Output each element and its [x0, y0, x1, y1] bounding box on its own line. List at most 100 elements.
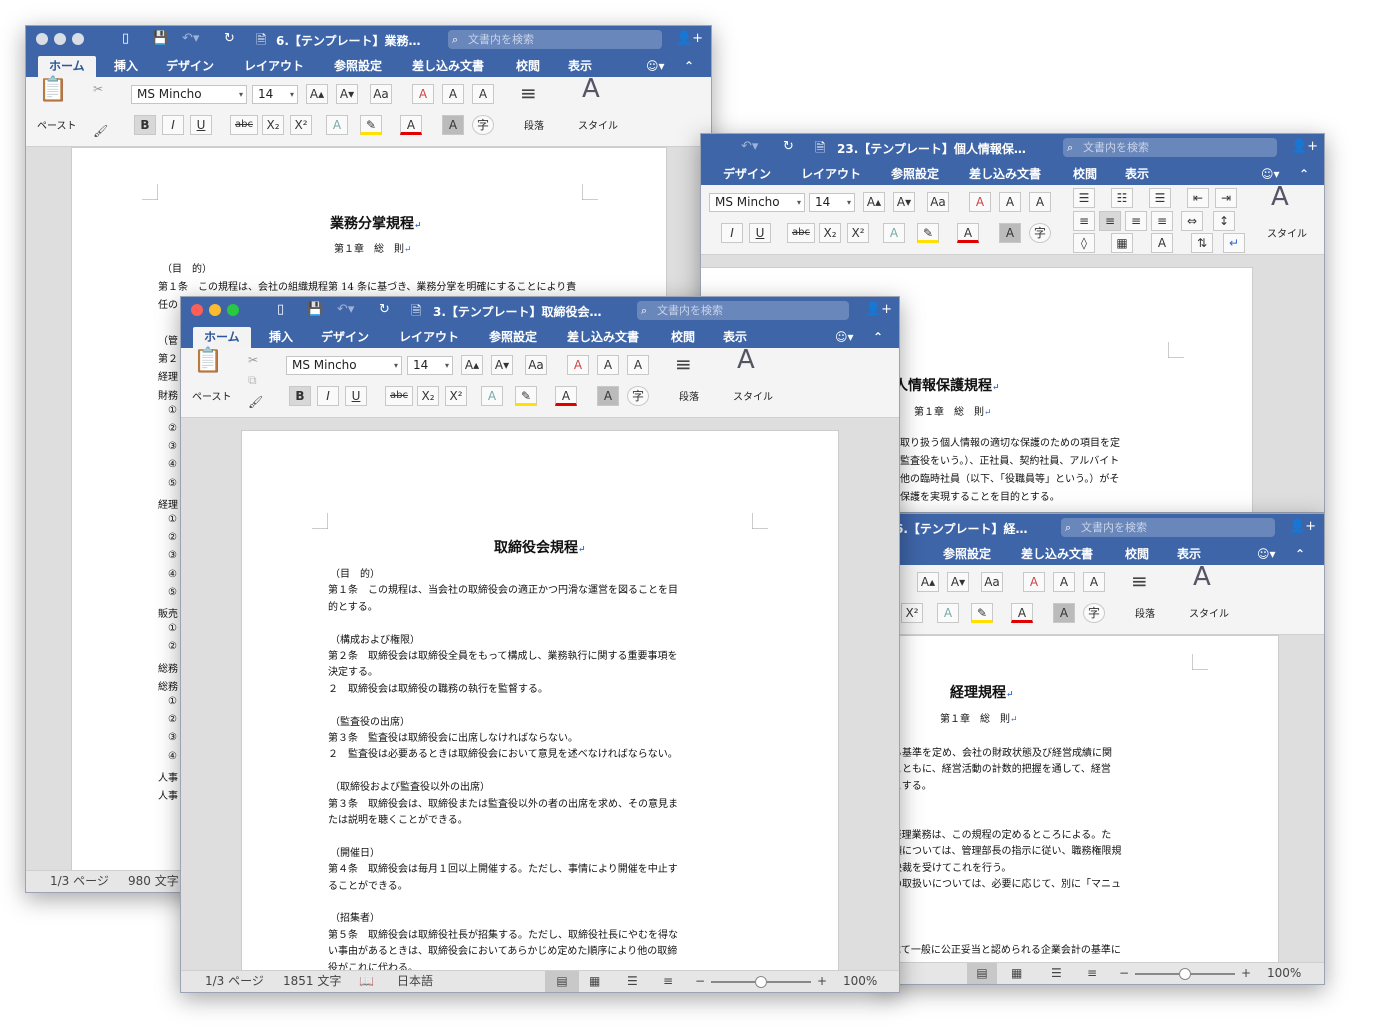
- highlight-button[interactable]: ✎: [515, 386, 537, 406]
- tab-insert[interactable]: 挿入: [269, 327, 293, 348]
- enclosed-char-button[interactable]: 字: [1083, 603, 1105, 623]
- tab-layout[interactable]: レイアウト: [244, 56, 304, 77]
- show-marks-button[interactable]: ↵: [1223, 233, 1245, 253]
- tab-references[interactable]: 参照設定: [943, 544, 991, 565]
- enclose-button[interactable]: A: [1083, 572, 1105, 592]
- font-color-button[interactable]: A: [1011, 603, 1033, 623]
- align-left-button[interactable]: ≡: [1073, 211, 1095, 231]
- tab-review[interactable]: 校閲: [1125, 544, 1149, 565]
- char-shading-button[interactable]: A: [442, 115, 464, 135]
- clear-format-button[interactable]: A: [567, 355, 589, 375]
- phonetic-button[interactable]: A: [597, 355, 619, 375]
- align-right-button[interactable]: ≡: [1125, 211, 1147, 231]
- shading-button[interactable]: ◊: [1073, 233, 1095, 253]
- distribute-button[interactable]: ⇔: [1181, 211, 1203, 231]
- sort-button[interactable]: ⇅: [1191, 233, 1213, 253]
- outline-icon[interactable]: ☰: [627, 971, 638, 992]
- shrink-font-button[interactable]: A▾: [893, 192, 915, 212]
- document-page[interactable]: 取締役会規程↵ （目 的） 第１条 この規程は、当会社の取締役会の適正かつ円滑な運…: [241, 430, 839, 990]
- format-painter-icon[interactable]: 🖌: [248, 392, 263, 412]
- font-select[interactable]: MS Mincho ▾: [131, 85, 247, 104]
- phonetic-button[interactable]: A: [999, 192, 1021, 212]
- undo-icon[interactable]: ↶▾: [741, 139, 758, 154]
- tab-review[interactable]: 校閲: [671, 327, 695, 348]
- sidebar-icon[interactable]: ▯: [122, 31, 129, 46]
- italic-button[interactable]: I: [317, 386, 339, 406]
- tab-review[interactable]: 校閲: [1073, 164, 1097, 185]
- grow-font-button[interactable]: A▴: [306, 84, 328, 104]
- enclose-button[interactable]: A: [472, 84, 494, 104]
- text-effects-button[interactable]: A: [326, 115, 348, 135]
- undo-icon[interactable]: ↶▾: [182, 31, 199, 46]
- font-size-select[interactable]: 14 ▾: [407, 356, 453, 375]
- tab-design[interactable]: デザイン: [723, 164, 771, 185]
- tab-home[interactable]: ホーム: [193, 327, 251, 348]
- decrease-indent-button[interactable]: ⇤: [1187, 188, 1209, 208]
- page-count[interactable]: 1/3 ページ: [205, 971, 264, 992]
- tab-references[interactable]: 参照設定: [489, 327, 537, 348]
- phonetic-button[interactable]: A: [1053, 572, 1075, 592]
- collapse-ribbon-icon[interactable]: ⌃: [1295, 544, 1305, 565]
- web-layout-icon[interactable]: ▦: [589, 971, 600, 992]
- proofing-icon[interactable]: 📖: [359, 971, 374, 992]
- superscript-button[interactable]: X²: [445, 386, 467, 406]
- tab-layout[interactable]: レイアウト: [399, 327, 459, 348]
- share-icon[interactable]: 👤+: [676, 31, 703, 46]
- char-shading-button[interactable]: A: [1053, 603, 1075, 623]
- italic-button[interactable]: I: [162, 115, 184, 135]
- text-effects-button[interactable]: A: [883, 223, 905, 243]
- phonetic-button[interactable]: A: [442, 84, 464, 104]
- zoom-slider-knob[interactable]: [1179, 968, 1191, 980]
- underline-button[interactable]: U: [345, 386, 367, 406]
- styles-icon[interactable]: A: [582, 76, 600, 102]
- collapse-ribbon-icon[interactable]: ⌃: [1299, 164, 1309, 185]
- tab-insert[interactable]: 挿入: [114, 56, 138, 77]
- collapse-ribbon-icon[interactable]: ⌃: [873, 327, 883, 348]
- paste-icon[interactable]: 📋: [38, 77, 68, 101]
- font-size-select[interactable]: 14 ▾: [252, 85, 298, 104]
- tab-view[interactable]: 表示: [1125, 164, 1149, 185]
- format-painter-icon[interactable]: 🖌: [93, 121, 108, 141]
- search-input[interactable]: ⌕ 文書内を検索: [448, 30, 662, 49]
- font-select[interactable]: MS Mincho ▾: [709, 193, 805, 212]
- tab-references[interactable]: 参照設定: [891, 164, 939, 185]
- smiley-icon[interactable]: ☺▾: [1257, 544, 1276, 565]
- grow-font-button[interactable]: A▴: [917, 572, 939, 592]
- subscript-button[interactable]: X₂: [819, 223, 841, 243]
- text-effects-button[interactable]: A: [937, 603, 959, 623]
- search-input[interactable]: ⌕ 文書内を検索: [1063, 138, 1277, 157]
- char-shading-button[interactable]: A: [597, 386, 619, 406]
- underline-button[interactable]: U: [190, 115, 212, 135]
- search-input[interactable]: ⌕ 文書内を検索: [637, 301, 849, 320]
- tab-mailings[interactable]: 差し込み文書: [1021, 544, 1093, 565]
- share-icon[interactable]: 👤+: [1289, 519, 1316, 534]
- save-icon[interactable]: 💾: [307, 302, 323, 317]
- share-icon[interactable]: 👤+: [1291, 139, 1318, 154]
- zoom-button[interactable]: [227, 304, 239, 316]
- borders-button[interactable]: ▦: [1111, 233, 1133, 253]
- collapse-ribbon-icon[interactable]: ⌃: [684, 56, 694, 77]
- font-select[interactable]: MS Mincho ▾: [286, 356, 402, 375]
- sidebar-icon[interactable]: ▯: [277, 302, 284, 317]
- zoom-button[interactable]: [72, 33, 84, 45]
- tab-references[interactable]: 参照設定: [334, 56, 382, 77]
- redo-icon[interactable]: ↻: [379, 302, 390, 317]
- bold-button[interactable]: B: [134, 115, 156, 135]
- minimize-button[interactable]: [54, 33, 66, 45]
- change-case-button[interactable]: Aa: [927, 192, 949, 212]
- clear-format-button[interactable]: A: [412, 84, 434, 104]
- smiley-icon[interactable]: ☺▾: [646, 56, 665, 77]
- font-color-button[interactable]: A: [555, 386, 577, 406]
- zoom-level[interactable]: 100%: [843, 971, 877, 992]
- shrink-font-button[interactable]: A▾: [947, 572, 969, 592]
- zoom-in-icon[interactable]: +: [1241, 963, 1251, 984]
- smiley-icon[interactable]: ☺▾: [835, 327, 854, 348]
- zoom-out-icon[interactable]: −: [695, 971, 705, 992]
- draft-icon[interactable]: ≡: [1087, 963, 1097, 984]
- line-spacing-button[interactable]: ↕: [1213, 211, 1235, 231]
- paragraph-icon[interactable]: ≡: [1131, 571, 1148, 591]
- tab-design[interactable]: デザイン: [321, 327, 369, 348]
- undo-icon[interactable]: ↶▾: [337, 302, 354, 317]
- highlight-button[interactable]: ✎: [360, 115, 382, 135]
- enclosed-char-button[interactable]: 字: [1029, 223, 1051, 243]
